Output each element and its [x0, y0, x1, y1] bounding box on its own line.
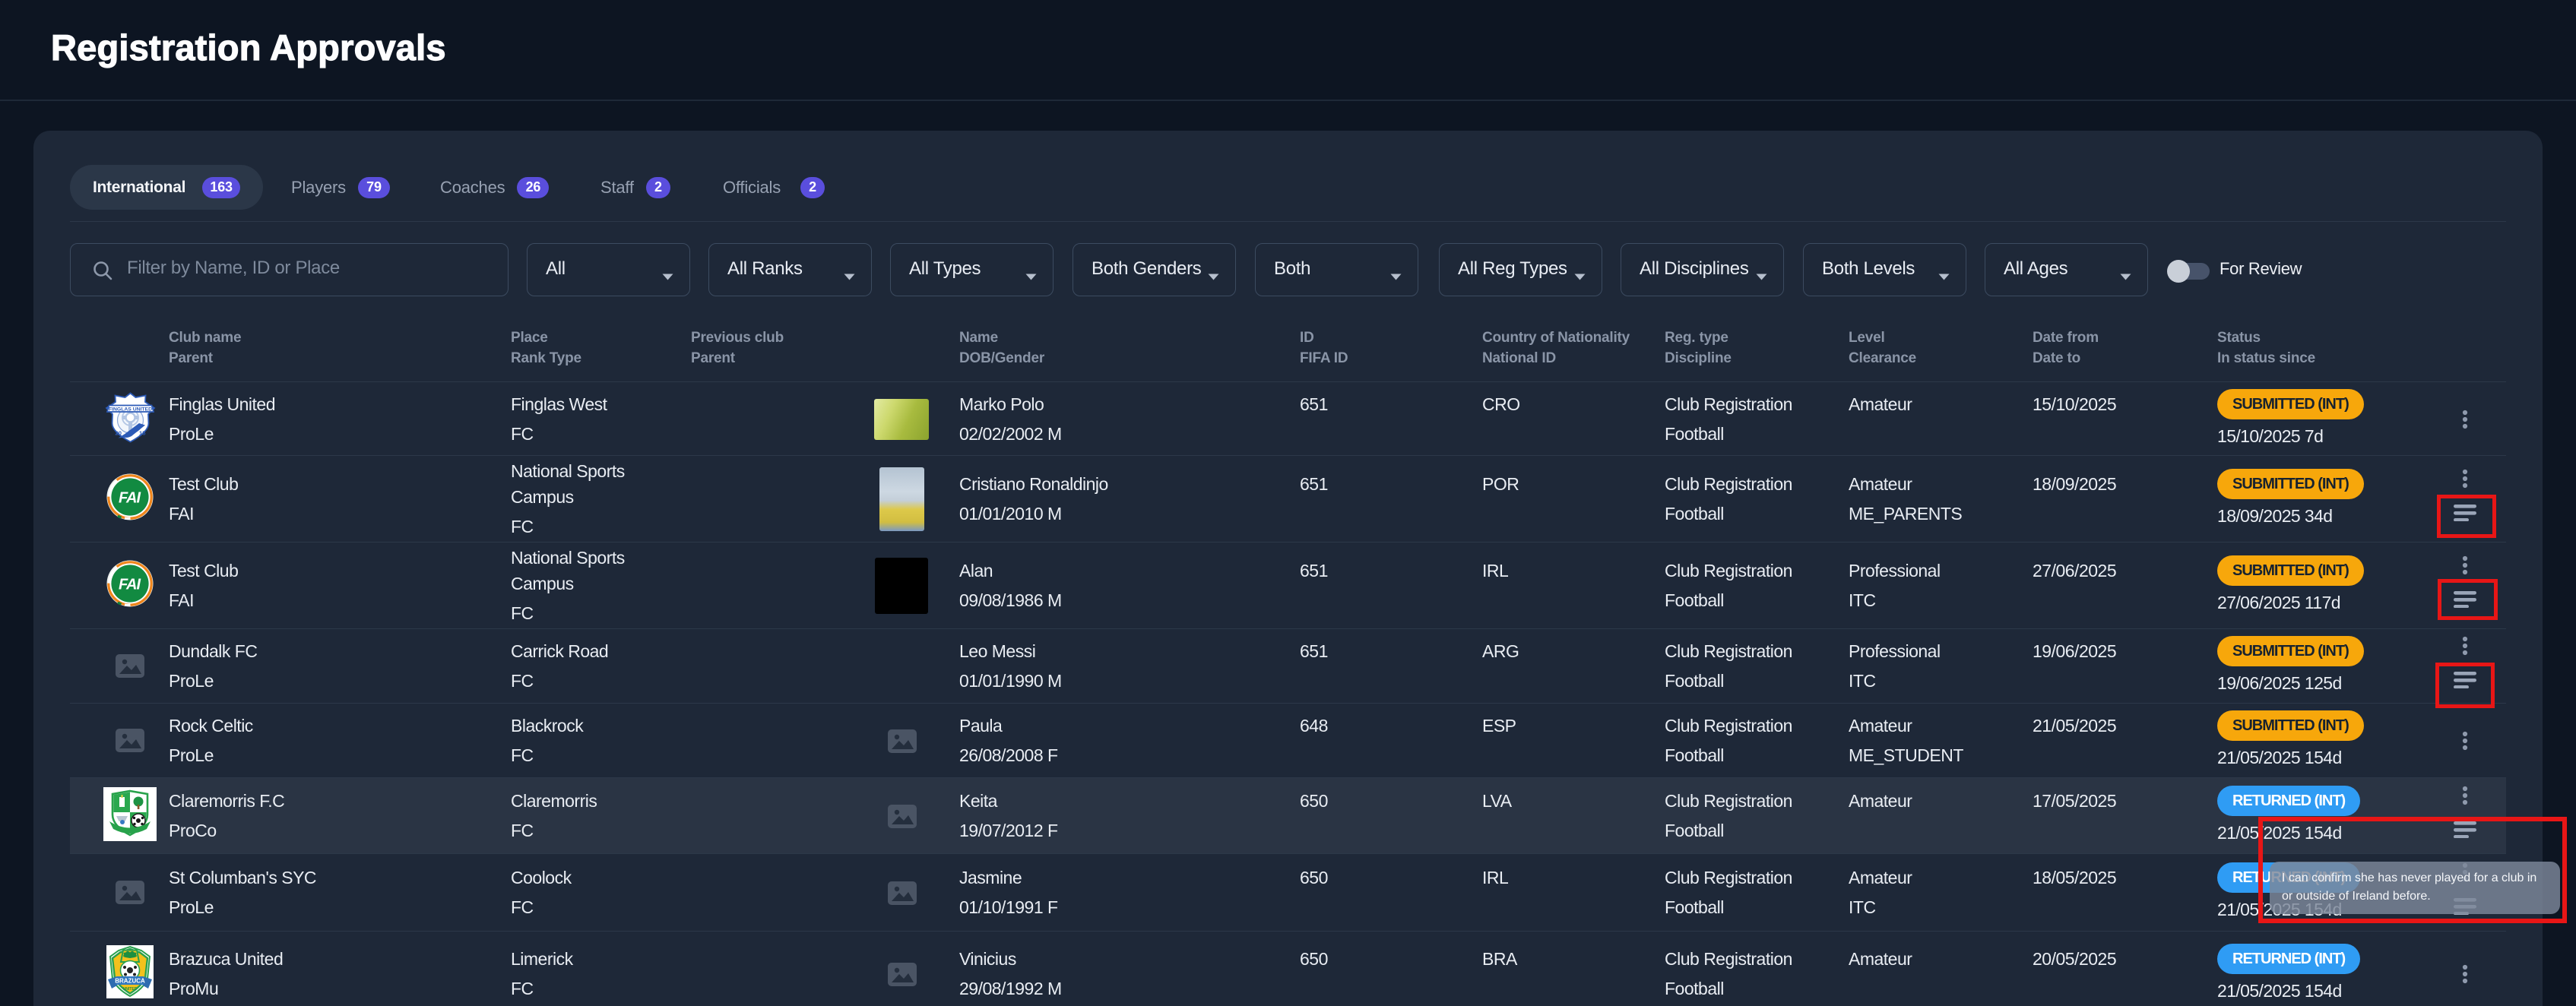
svg-text:UNITED: UNITED — [123, 987, 138, 992]
svg-text:FAI: FAI — [119, 490, 141, 507]
svg-text:20: 20 — [115, 429, 121, 436]
svg-text:FINGLAS UNITED: FINGLAS UNITED — [108, 407, 151, 412]
svg-text:15: 15 — [139, 429, 146, 436]
svg-text:BRAZUCA: BRAZUCA — [115, 978, 145, 985]
svg-text:FAI: FAI — [119, 577, 141, 593]
